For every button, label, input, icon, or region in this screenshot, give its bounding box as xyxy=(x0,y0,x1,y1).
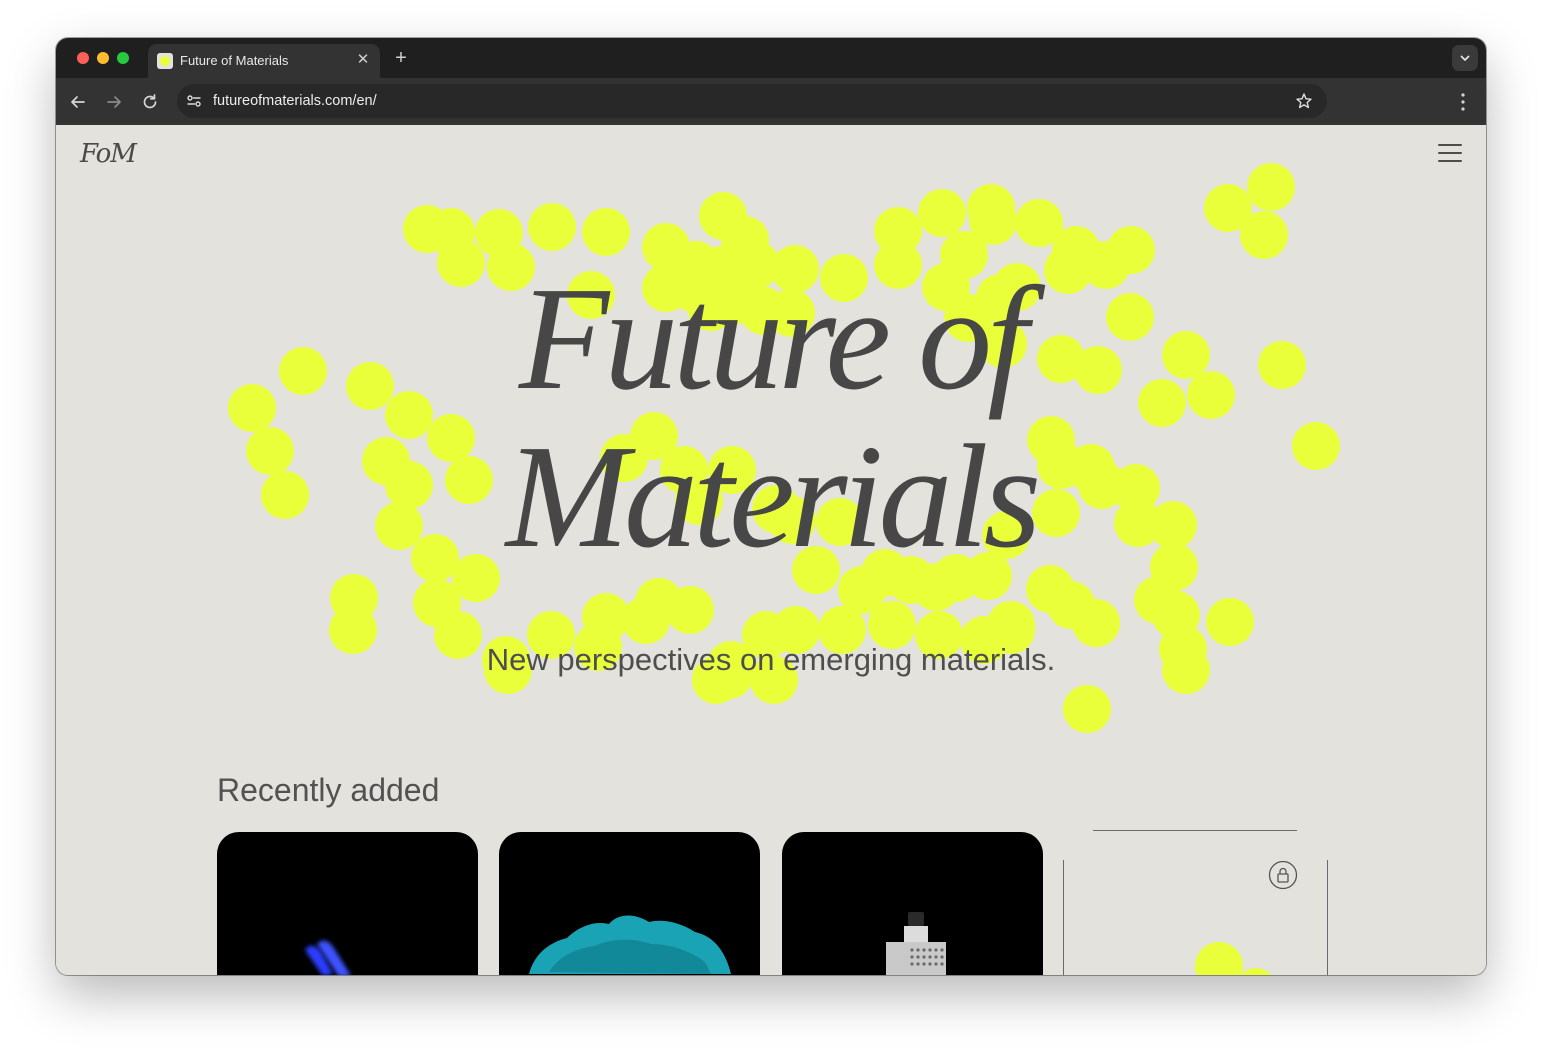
yellow-dot xyxy=(918,189,966,237)
teal-crystal-image xyxy=(529,915,731,974)
hero-title-line-2: Materials xyxy=(505,415,1042,579)
kebab-menu-icon[interactable] xyxy=(1454,91,1472,113)
minimize-window-button[interactable] xyxy=(97,52,109,64)
yellow-dot xyxy=(1063,685,1111,733)
browser-toolbar: futureofmaterials.com/en/ xyxy=(56,78,1486,125)
recently-added-heading: Recently added xyxy=(217,772,440,808)
article-card-1[interactable] xyxy=(217,832,478,975)
metal-device-image xyxy=(886,912,946,975)
yellow-dot xyxy=(1206,598,1254,646)
hero-title: Future of Materials xyxy=(56,260,1486,576)
star-icon[interactable] xyxy=(1295,92,1313,110)
url-text[interactable]: futureofmaterials.com/en/ xyxy=(213,92,377,110)
hamburger-menu-icon[interactable] xyxy=(1438,144,1462,164)
forward-arrow-icon[interactable] xyxy=(103,91,125,113)
page-viewport: FoM Future of Materials New perspectives… xyxy=(56,125,1486,975)
site-info-icon[interactable] xyxy=(185,92,203,110)
yellow-dot xyxy=(582,208,630,256)
maximize-window-button[interactable] xyxy=(117,52,129,64)
site-logo[interactable]: FoM xyxy=(80,139,137,169)
yellow-dot xyxy=(528,203,576,251)
article-card-2[interactable] xyxy=(499,832,760,975)
tab-strip: Future of Materials ✕ + xyxy=(56,38,1486,78)
browser-window: Future of Materials ✕ + futureofmaterial… xyxy=(56,38,1486,975)
close-window-button[interactable] xyxy=(77,52,89,64)
tab-active[interactable]: Future of Materials ✕ xyxy=(148,44,380,78)
yellow-dot xyxy=(666,586,714,634)
blue-light-streak-image xyxy=(305,940,351,975)
tab-title: Future of Materials xyxy=(180,53,289,68)
hero-title-line-1: Future of xyxy=(518,257,1028,421)
reload-icon[interactable] xyxy=(139,91,161,113)
close-icon[interactable]: ✕ xyxy=(354,51,372,69)
back-arrow-icon[interactable] xyxy=(67,91,89,113)
locked-card-dots xyxy=(1195,942,1272,975)
favicon-icon xyxy=(157,53,173,69)
address-bar[interactable]: futureofmaterials.com/en/ xyxy=(177,84,1327,118)
plus-icon[interactable]: + xyxy=(390,47,412,69)
article-card-4-locked[interactable] xyxy=(1063,860,1328,975)
yellow-dot xyxy=(1240,211,1288,259)
locked-card-divider xyxy=(1093,830,1297,831)
hero-subtitle: New perspectives on emerging materials. xyxy=(486,642,1056,677)
article-card-3[interactable] xyxy=(782,832,1043,975)
yellow-dot xyxy=(1247,163,1295,211)
chevron-down-icon[interactable] xyxy=(1452,45,1478,71)
